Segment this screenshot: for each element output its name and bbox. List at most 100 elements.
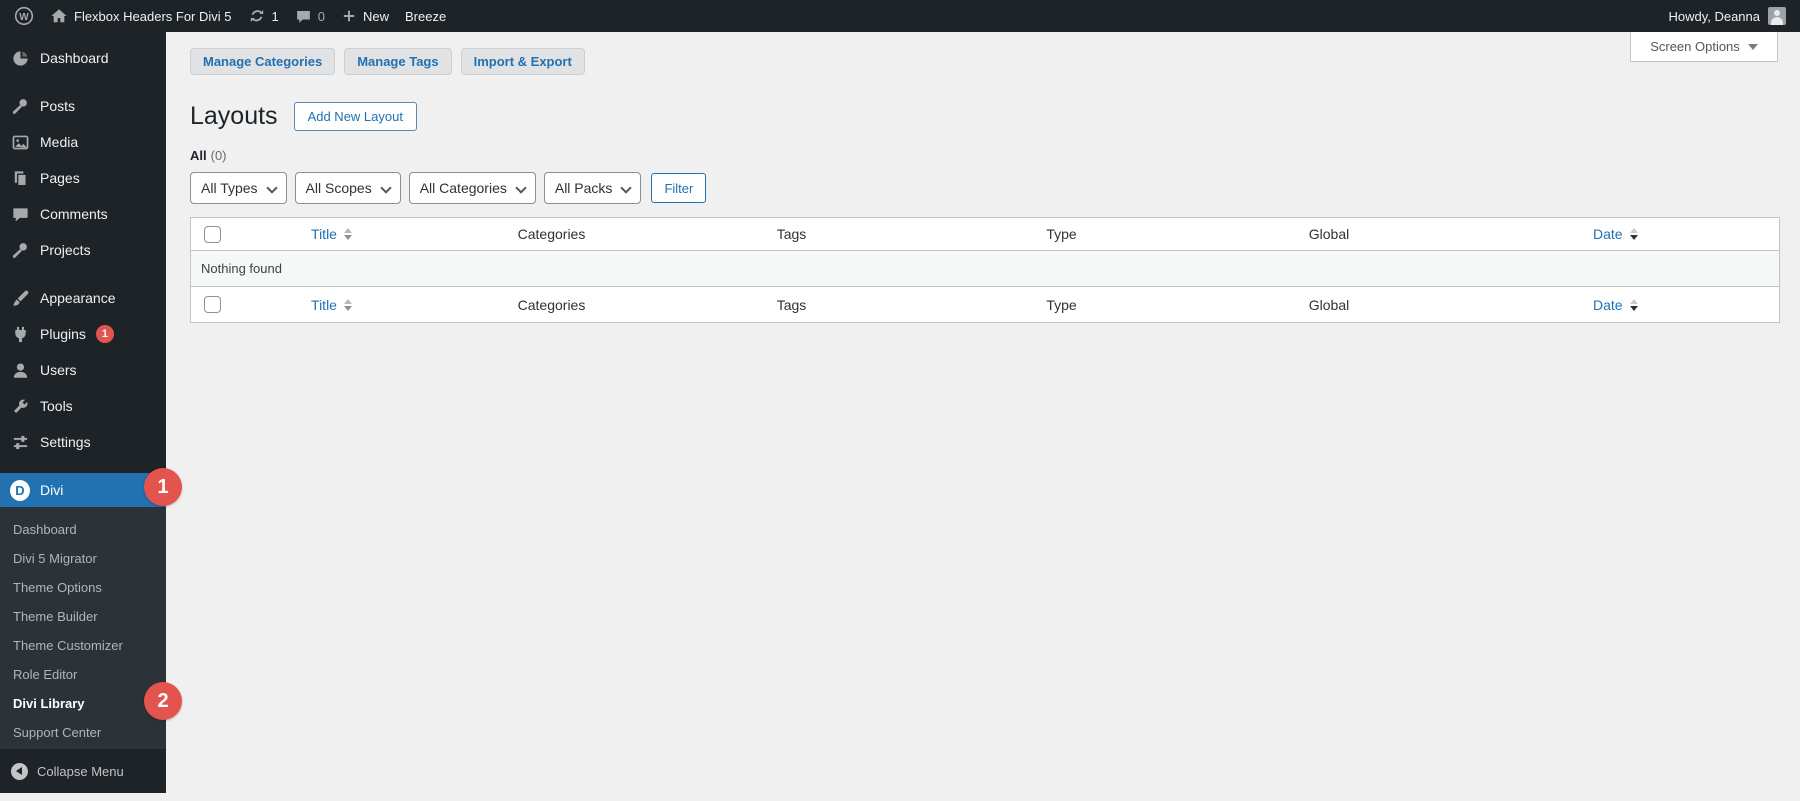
sidebar-item-users[interactable]: Users: [0, 352, 166, 388]
sidebar-item-comments[interactable]: Comments: [0, 196, 166, 232]
table-header-row: Title Categories Tags Type Global Date: [190, 218, 1780, 251]
submenu-item-label: Theme Builder: [13, 609, 98, 624]
sidebar-item-label: Projects: [40, 242, 91, 258]
updates-link[interactable]: 1: [248, 7, 279, 25]
sidebar-item-label: Comments: [40, 206, 108, 222]
column-type-label: Type: [1046, 296, 1077, 313]
manage-categories-button[interactable]: Manage Categories: [190, 48, 336, 75]
add-new-layout-button[interactable]: Add New Layout: [293, 102, 417, 131]
submenu-item-theme-options[interactable]: Theme Options: [0, 573, 166, 602]
column-type-label: Type: [1046, 226, 1077, 242]
page-title: Layouts: [190, 102, 278, 130]
sort-by-date[interactable]: Date: [1593, 226, 1638, 242]
sliders-icon: [10, 432, 30, 452]
wordpress-logo-icon: W: [14, 6, 34, 26]
sidebar-item-label: Plugins: [40, 326, 86, 342]
sidebar-item-appearance[interactable]: Appearance: [0, 280, 166, 316]
types-filter-select[interactable]: All Types: [190, 172, 287, 204]
sidebar-item-media[interactable]: Media: [0, 124, 166, 160]
submenu-item-divi-library[interactable]: Divi Library: [0, 689, 166, 718]
categories-filter-select[interactable]: All Categories: [408, 172, 536, 204]
wordpress-menu[interactable]: W: [14, 6, 34, 26]
submenu-item-support-center[interactable]: Support Center: [0, 718, 166, 747]
breeze-label: Breeze: [404, 8, 447, 24]
column-date-label: Date: [1592, 296, 1623, 313]
submenu-item-label: Divi 5 Migrator: [13, 551, 97, 566]
column-global-label: Global: [1308, 226, 1350, 242]
sidebar-item-label: Dashboard: [40, 50, 109, 66]
breeze-menu[interactable]: Breeze: [405, 9, 446, 24]
new-content-link[interactable]: New: [341, 8, 389, 24]
comments-icon: [10, 204, 30, 224]
chevron-down-icon: [515, 182, 527, 194]
scopes-filter-select[interactable]: All Scopes: [294, 172, 401, 204]
collapse-menu-button[interactable]: Collapse Menu: [0, 749, 166, 793]
column-categories-label: Categories: [517, 296, 586, 313]
sort-arrows-icon: [343, 298, 352, 311]
chevron-down-icon: [620, 182, 633, 194]
table-footer-row: Title Categories Tags Type Global Date: [191, 287, 1780, 323]
site-name-link[interactable]: Flexbox Headers For Divi 5: [50, 7, 232, 25]
submenu-item-role-editor[interactable]: Role Editor: [0, 660, 166, 689]
collapse-arrow-icon: [11, 762, 28, 780]
submenu-item-label: Theme Options: [13, 580, 102, 595]
filter-button[interactable]: Filter: [651, 173, 707, 203]
column-date-label: Date: [1592, 226, 1623, 242]
plugin-icon: [10, 324, 30, 344]
packs-filter-select[interactable]: All Packs: [543, 172, 642, 204]
annotation-step-1-badge: 1: [144, 468, 182, 506]
submenu-item-label: Dashboard: [13, 522, 77, 537]
sidebar-item-label: Media: [40, 134, 79, 150]
packs-filter-value: All Packs: [554, 180, 613, 196]
import-export-button[interactable]: Import & Export: [460, 48, 585, 75]
sort-by-title[interactable]: Title: [311, 226, 352, 242]
empty-table-row: Nothing found: [190, 250, 1780, 287]
sidebar-item-divi[interactable]: D Divi: [0, 473, 166, 507]
sidebar-item-pages[interactable]: Pages: [0, 160, 166, 196]
collapse-menu-label: Collapse Menu: [37, 763, 124, 779]
wrench-icon: [10, 396, 30, 416]
sidebar-item-plugins[interactable]: Plugins 1: [0, 316, 166, 352]
submenu-item-label: Support Center: [13, 725, 102, 740]
column-title-label: Title: [311, 296, 337, 313]
brush-icon: [10, 288, 30, 308]
sidebar-item-label: Tools: [40, 398, 73, 414]
sort-by-title[interactable]: Title: [311, 297, 352, 313]
filter-bar: All Types All Scopes All Categories All …: [190, 172, 1780, 204]
sidebar-item-label: Divi: [40, 482, 64, 498]
select-all-checkbox[interactable]: [204, 296, 222, 314]
media-icon: [10, 132, 30, 152]
select-all-checkbox[interactable]: [204, 225, 222, 243]
chevron-down-icon: [1747, 43, 1758, 50]
howdy-text: Howdy, Deanna: [1668, 8, 1760, 24]
sort-by-date[interactable]: Date: [1593, 297, 1638, 313]
view-all-link[interactable]: All: [190, 148, 207, 163]
types-filter-value: All Types: [201, 180, 258, 196]
categories-filter-value: All Categories: [419, 180, 507, 196]
sidebar-item-settings[interactable]: Settings: [0, 424, 166, 460]
submenu-item-divi-5-migrator[interactable]: Divi 5 Migrator: [0, 544, 166, 573]
views-filter: All (0): [190, 148, 1780, 163]
plus-icon: [343, 10, 355, 22]
comments-link[interactable]: 0: [295, 8, 325, 25]
submenu-item-theme-customizer[interactable]: Theme Customizer: [0, 631, 166, 660]
comments-bubble-icon: [296, 10, 310, 23]
pages-icon: [10, 168, 30, 188]
sidebar-item-dashboard[interactable]: Dashboard: [0, 40, 166, 76]
admin-sidebar: Dashboard Posts Media Pages Comments Pro…: [0, 32, 166, 793]
account-menu[interactable]: Howdy, Deanna: [1668, 7, 1786, 25]
column-title-label: Title: [311, 226, 337, 242]
submenu-item-label: Theme Customizer: [13, 638, 123, 653]
home-icon: [51, 9, 67, 23]
sidebar-item-posts[interactable]: Posts: [0, 88, 166, 124]
submenu-item-theme-builder[interactable]: Theme Builder: [0, 602, 166, 631]
sidebar-item-projects[interactable]: Projects: [0, 232, 166, 268]
sidebar-item-tools[interactable]: Tools: [0, 388, 166, 424]
library-toolbar: Manage Categories Manage Tags Import & E…: [190, 48, 1780, 75]
dashboard-icon: [10, 48, 30, 68]
sidebar-item-label: Pages: [40, 170, 80, 186]
empty-message: Nothing found: [201, 261, 282, 276]
manage-tags-button[interactable]: Manage Tags: [344, 48, 452, 75]
submenu-item-dashboard[interactable]: Dashboard: [0, 515, 166, 544]
screen-options-button[interactable]: Screen Options: [1630, 32, 1778, 62]
